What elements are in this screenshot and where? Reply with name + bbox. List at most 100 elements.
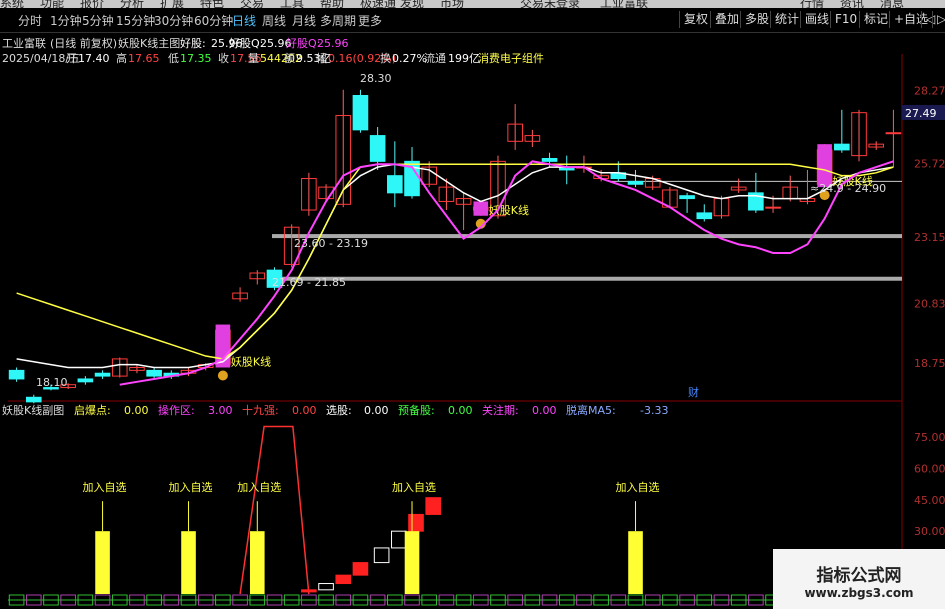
coin-icon xyxy=(217,370,228,381)
indicator-label: 好股: xyxy=(180,36,206,50)
toolbar-button[interactable]: 叠加 xyxy=(710,11,743,28)
toolbar-button[interactable]: 标记 xyxy=(859,11,892,28)
chart-header: 工业富联 (日线 前复权) 妖股K线主图 好股: 25.96好股Q:25.96好股Q:2… xyxy=(2,36,544,65)
menu-item[interactable]: 帮助 xyxy=(320,0,344,8)
sub-chart-name: 妖股K线副图 xyxy=(2,403,64,417)
ohlc-value: 199亿 xyxy=(448,52,480,65)
period-tab[interactable]: 多周期 xyxy=(320,12,356,29)
sub-label: 预备股: xyxy=(398,403,435,417)
chart-area: 工业富联 (日线 前复权) 妖股K线主图 好股: 25.96好股Q:25.96好股Q:2… xyxy=(2,36,945,609)
sub-tick: 30.00 xyxy=(914,525,945,538)
toolbar-button[interactable]: 统计 xyxy=(770,11,803,28)
price-annotation: 财 xyxy=(688,385,699,399)
candle-body xyxy=(94,372,111,377)
ohlc-label: 换 xyxy=(380,51,391,65)
candle-body xyxy=(765,206,781,209)
menu-item[interactable]: 系统 xyxy=(0,0,24,8)
price-annotation: 28.30 xyxy=(360,72,392,85)
toolbar-button[interactable]: 多股 xyxy=(740,11,773,28)
marker-label: 加入自选 xyxy=(169,481,213,494)
current-price: 27.49 xyxy=(905,107,937,120)
sub-value: -3.33 xyxy=(640,404,668,417)
menu-item[interactable]: 分析 xyxy=(120,0,144,8)
menu-item[interactable]: 工业富联 xyxy=(600,0,648,8)
toolbar-button[interactable]: ▷ xyxy=(932,11,945,28)
yellow-bar xyxy=(181,531,196,594)
yellow-bar xyxy=(95,531,110,594)
menu-item[interactable]: 消息 xyxy=(880,0,904,8)
indicator-label: 好股Q: xyxy=(229,36,263,50)
step-bar xyxy=(352,562,369,576)
price-tick: 25.72 xyxy=(914,158,945,171)
sub-label: 操作区: xyxy=(158,403,195,417)
step-bar xyxy=(301,589,317,593)
ohlc-value: 17.35 xyxy=(180,52,212,65)
price-tick: 23.15 xyxy=(914,231,945,244)
candle-body xyxy=(352,94,369,131)
period-tab[interactable]: 分时 xyxy=(18,12,42,29)
period-tab[interactable]: 15分钟 xyxy=(116,12,155,29)
menu-item[interactable]: 资讯 xyxy=(840,0,864,8)
menu-item[interactable]: 工具 xyxy=(280,0,304,8)
stock-name: 工业富联 xyxy=(2,36,46,50)
support-band xyxy=(272,276,902,281)
price-axis: 28.27 25.72 23.15 20.83 18.75 27.49 xyxy=(902,85,945,370)
watermark-title: 指标公式网 xyxy=(816,566,902,586)
signal-label: 妖股K线 xyxy=(489,203,529,217)
signal-bar xyxy=(817,144,832,188)
price-annotation: 23.60 - 23.19 xyxy=(294,237,368,250)
sub-label: 脱离MA5: xyxy=(566,403,616,417)
price-annotation: 21.69 - 21.85 xyxy=(272,276,346,289)
period-tab[interactable]: 更多 xyxy=(358,12,382,29)
yellow-bar xyxy=(249,531,265,594)
indicator-value: 25.96 xyxy=(317,37,349,50)
sub-value: 0.00 xyxy=(448,404,473,417)
menu-item[interactable]: 市场 xyxy=(440,0,464,8)
ohlc-label: 收 xyxy=(218,51,229,65)
menu-item[interactable]: 报价 xyxy=(80,0,104,8)
sub-tick: 60.00 xyxy=(914,462,945,475)
candle-body xyxy=(679,195,695,200)
toolbar-button[interactable]: 复权 xyxy=(679,11,712,28)
menu-bar: 系统 功能 报价 分析 扩展 特色 交易 工具 帮助 极速通 发现 市场 交易未登录 工业富联 行情 资讯 消息 xyxy=(0,0,945,8)
period-tab[interactable]: 60分钟 xyxy=(194,12,233,29)
toolbar-button[interactable]: F10 xyxy=(830,11,861,28)
menu-item[interactable]: 行情 xyxy=(800,0,824,8)
marker-label: 加入自选 xyxy=(237,481,281,494)
period-tab[interactable]: 5分钟 xyxy=(82,12,114,29)
step-bar xyxy=(425,497,442,515)
menu-item[interactable]: 交易 xyxy=(240,0,264,8)
signal-bar xyxy=(473,201,489,216)
menu-item[interactable]: 极速通 xyxy=(360,0,396,8)
sub-label: 选股: xyxy=(326,404,352,417)
sub-tick: 75.00 xyxy=(914,431,945,444)
period-tab[interactable]: 日线 xyxy=(232,12,256,29)
menu-item[interactable]: 交易未登录 xyxy=(520,0,580,8)
sub-label: 关注期: xyxy=(482,403,519,417)
step-bar xyxy=(373,547,390,564)
price-tick: 20.83 xyxy=(914,298,945,311)
period-tab[interactable]: 30分钟 xyxy=(154,12,193,29)
period-tab[interactable]: 1分钟 xyxy=(50,12,82,29)
candle-body xyxy=(77,378,94,383)
period-tab[interactable]: 月线 xyxy=(292,12,316,29)
ohlc-label: 低 xyxy=(168,52,179,65)
marker-label: 加入自选 xyxy=(83,481,127,494)
step-bar xyxy=(318,583,334,591)
toolbar-button[interactable]: 画线 xyxy=(800,11,833,28)
menu-item[interactable]: 功能 xyxy=(40,0,64,8)
sub-label: 启爆点: xyxy=(74,403,111,417)
sub-value: 0.00 xyxy=(364,404,389,417)
sub-value: 0.00 xyxy=(292,404,317,417)
period-tab[interactable]: 周线 xyxy=(262,12,286,29)
menu-item[interactable]: 发现 xyxy=(400,0,424,8)
sector: 消费电子组件 xyxy=(478,51,544,65)
candle-body xyxy=(369,135,386,162)
marker-label: 加入自选 xyxy=(616,481,660,494)
menu-item[interactable]: 扩展 xyxy=(160,0,184,8)
ohlc-value: 17.40 xyxy=(78,52,110,65)
ohlc-label: 高 xyxy=(116,51,127,65)
menu-item[interactable]: 特色 xyxy=(200,0,224,8)
ohlc-value: 0.27% xyxy=(392,52,427,65)
price-tick: 28.27 xyxy=(914,85,945,98)
